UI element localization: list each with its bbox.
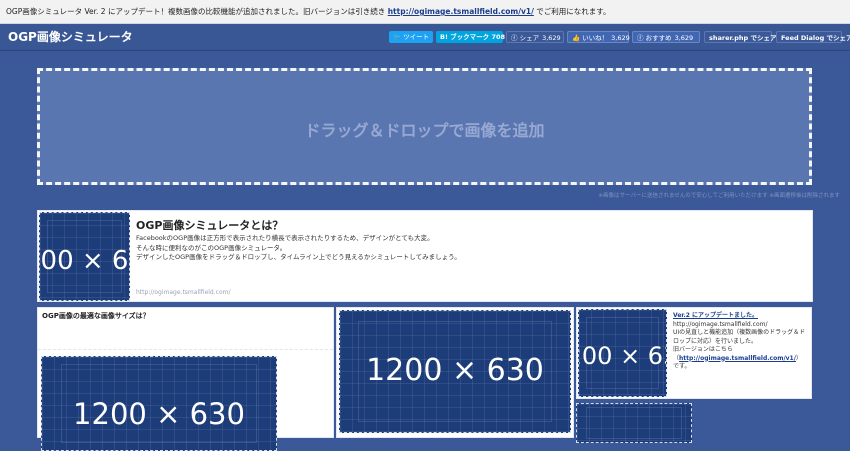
fb-share-count: 3,629: [542, 34, 561, 42]
large-preview-image: 1200 × 630: [339, 310, 571, 433]
old-version-link[interactable]: http://ogimage.tsmallfield.com/v1/: [679, 355, 796, 362]
intro-description: FacebookのOGP画像は正方形で表示されたり横長で表示されたりするため、デ…: [136, 234, 461, 261]
facebook-icon: ⓕ: [637, 34, 644, 42]
old-version-label: 旧バージョンはこちら: [673, 346, 733, 353]
hatena-bookmark-label: B! ブックマーク 708: [440, 33, 506, 41]
update-notice-bar: OGP画像シミュレータ Ver. 2 にアップデート！複数画像の比較機能が追加さ…: [0, 0, 850, 24]
tweet-button[interactable]: 🐦 ツイート: [389, 31, 433, 43]
feed-dialog-button[interactable]: Feed Dialog でシェア: [776, 31, 850, 43]
size-info-panel: OGP画像の最適な画像サイズは？ 1200 × 630: [37, 307, 334, 451]
image-dropzone[interactable]: ドラッグ＆ドロップで画像を追加: [37, 68, 812, 185]
v1-link[interactable]: http://ogimage.tsmallfield.com/v1/: [388, 7, 534, 16]
like-label: いいね！: [582, 34, 609, 42]
update-post-text: Ver.2 にアップデートました。 http://ogimage.tsmallf…: [673, 312, 806, 370]
dropzone-label: ドラッグ＆ドロップで画像を追加: [304, 121, 545, 140]
image-size-text: 1200 × 630: [366, 353, 544, 388]
notice-suffix: でご利用になれます。: [536, 7, 611, 16]
update-link[interactable]: Ver.2 にアップデートました。: [673, 312, 758, 319]
facebook-icon: ⓕ: [511, 34, 518, 42]
header-bar: OGP画像シミュレータ 🐦 ツイート B! ブックマーク 708 ⓕ シェア 3,…: [0, 24, 850, 51]
like-count: 3,629: [611, 34, 630, 42]
thumbs-up-icon: 👍: [572, 34, 581, 42]
fb-share-label: シェア: [519, 34, 540, 42]
twitter-icon: 🐦: [393, 33, 402, 41]
size-info-title: OGP画像の最適な画像サイズは？: [42, 312, 150, 320]
old-version-suffix: です。: [673, 363, 691, 370]
image-size-text: 1200 × 630: [579, 342, 666, 370]
square-preview-card[interactable]: 1200 × 630 Ver.2 にアップデートました。 http://ogim…: [576, 307, 812, 399]
intro-title: OGP画像シミュレータとは？: [136, 219, 284, 232]
app-title[interactable]: OGP画像シミュレータ: [8, 28, 133, 45]
facebook-like-button[interactable]: 👍 いいね！ 3,629: [567, 31, 630, 43]
intro-card-image: 1200 × 630: [39, 212, 130, 301]
image-size-text: 1200 × 630: [73, 397, 245, 431]
recommend-label: おすすめ: [645, 34, 672, 42]
small-preview-card[interactable]: [576, 403, 692, 443]
facebook-recommend-button[interactable]: ⓕ おすすめ 3,629: [632, 31, 700, 43]
intro-url: http://ogimage.tsmallfield.com/: [136, 289, 231, 296]
update-url: http://ogimage.tsmallfield.com/: [673, 320, 768, 328]
tweet-label: ツイート: [403, 33, 430, 41]
size-info-image: 1200 × 630: [41, 356, 277, 451]
privacy-caution: ※画像はサーバーに送信されませんので安心してご利用いただけます ※画面遷移後は削…: [598, 193, 840, 199]
notice-text: OGP画像シミュレータ Ver. 2 にアップデート！複数画像の比較機能が追加さ…: [6, 7, 386, 16]
intro-card[interactable]: 1200 × 630 OGP画像シミュレータとは？ FacebookのOGP画像…: [37, 210, 813, 302]
square-preview-image: 1200 × 630: [578, 309, 667, 397]
recommend-count: 3,629: [674, 34, 694, 42]
image-size-text: 1200 × 630: [40, 246, 129, 276]
small-preview-image: [576, 403, 692, 443]
large-preview-card[interactable]: 1200 × 630: [336, 307, 574, 438]
hatena-bookmark-button[interactable]: B! ブックマーク 708: [436, 31, 506, 43]
sharer-php-button[interactable]: sharer.php でシェア: [704, 31, 776, 43]
facebook-share-button[interactable]: ⓕ シェア 3,629: [506, 31, 564, 43]
update-body: UIの見直しと機能追加（複数画像のドラッグ＆ドロップに対応）を行いました。: [673, 329, 806, 345]
